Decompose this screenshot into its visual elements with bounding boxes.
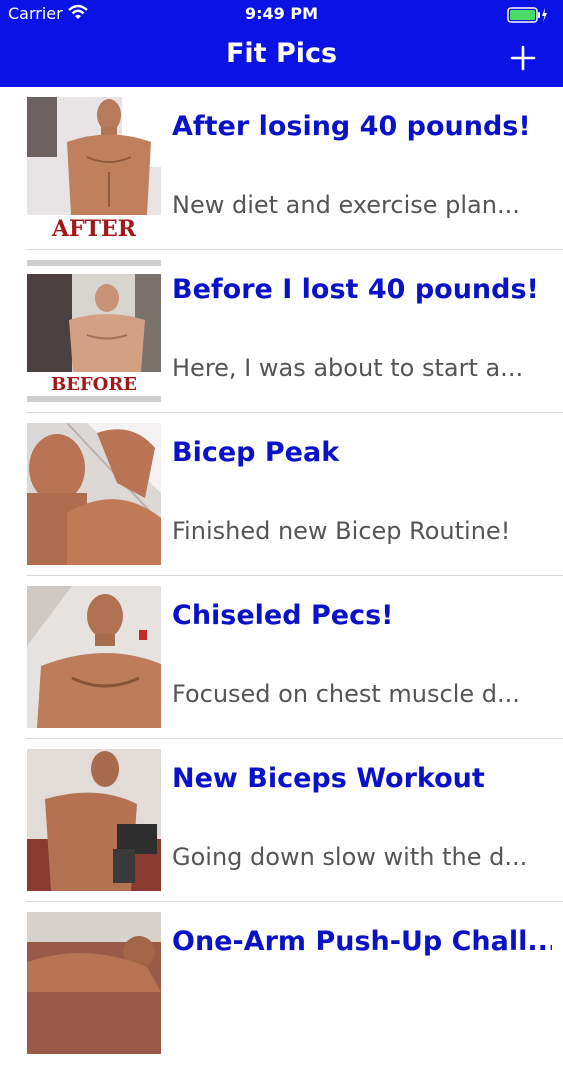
post-subtitle: Going down slow with the d... [172,843,528,871]
list-item[interactable]: New Biceps Workout Going down slow with … [0,739,563,902]
list-item[interactable]: Bicep Peak Finished new Bicep Routine! [0,413,563,576]
post-thumbnail: BEFORE [27,260,161,402]
list-item[interactable]: AFTER After losing 40 pounds! New diet a… [0,87,563,250]
charging-icon [542,8,547,22]
post-subtitle: Finished new Bicep Routine! [172,517,511,545]
post-title: One-Arm Push-Up Chall... [172,926,552,957]
plus-icon [510,45,536,71]
post-subtitle: Focused on chest muscle d... [172,680,520,708]
battery-icon [507,7,547,23]
post-thumbnail [27,749,161,891]
post-title: Before I lost 40 pounds! [172,274,539,305]
post-thumbnail [27,912,161,1054]
list-item[interactable]: BEFORE Before I lost 40 pounds! Here, I … [0,250,563,413]
thumbnail-caption: AFTER [51,216,137,239]
status-bar: Carrier 9:49 PM [0,0,563,28]
thumbnail-caption: BEFORE [51,374,137,395]
navigation-bar: Fit Pics [0,28,563,87]
post-subtitle: New diet and exercise plan... [172,191,520,219]
post-thumbnail [27,586,161,728]
post-thumbnail: AFTER [27,97,161,239]
add-post-button[interactable] [503,38,543,78]
post-list: AFTER After losing 40 pounds! New diet a… [0,87,563,1065]
status-time: 9:49 PM [244,4,318,23]
post-subtitle: Here, I was about to start a... [172,354,524,382]
post-title: Bicep Peak [172,437,340,468]
list-item[interactable]: One-Arm Push-Up Chall... [0,902,563,1065]
post-title: After losing 40 pounds! [172,111,531,142]
post-title: Chiseled Pecs! [172,600,394,631]
page-title: Fit Pics [225,38,338,69]
list-item[interactable]: Chiseled Pecs! Focused on chest muscle d… [0,576,563,739]
post-thumbnail [27,423,161,565]
post-title: New Biceps Workout [172,763,485,794]
